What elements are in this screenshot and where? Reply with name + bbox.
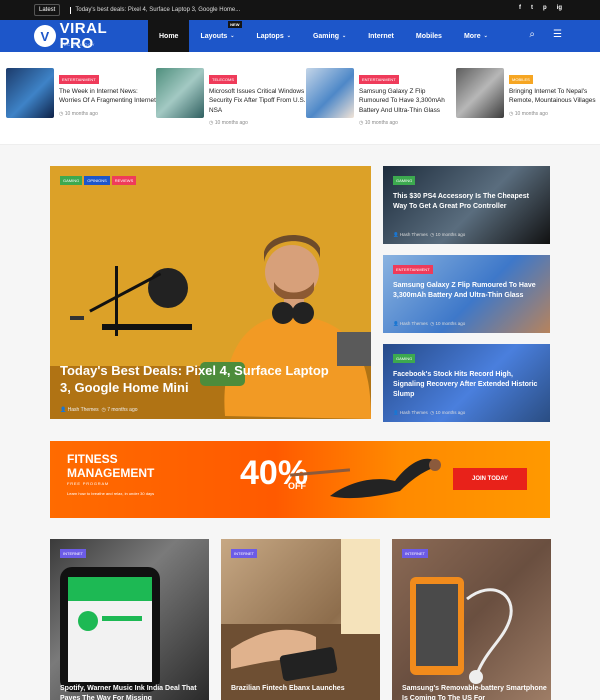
chevron-down-icon: ⌄ <box>230 33 235 39</box>
instagram-icon[interactable]: ig <box>557 5 562 11</box>
menu-label: Home <box>159 32 179 40</box>
category-badge[interactable]: INTERNET <box>402 549 428 558</box>
ticker-text[interactable]: Today's best deals: Pixel 4, Surface Lap… <box>75 7 240 13</box>
card-illustration <box>410 577 513 684</box>
menu-item-gaming[interactable]: Gaming ⌄ <box>302 20 357 52</box>
menu-label: More <box>463 32 481 40</box>
join-today-button[interactable]: JOIN TODAY <box>453 468 527 490</box>
category-badge[interactable]: INTERNET <box>60 549 86 558</box>
side-post-title[interactable]: This $30 PS4 Accessory Is The Cheapest W… <box>393 192 538 212</box>
category-badge[interactable]: ENTERTAINMENT <box>59 75 99 84</box>
pinterest-icon[interactable]: p <box>543 5 547 11</box>
post-card[interactable]: INTERNET Brazilian Fintech Ebanx Launche… <box>221 539 380 700</box>
fitness-ad-banner[interactable]: FITNESS MANAGEMENT FREE PROGRAM Learn how… <box>50 441 550 518</box>
trending-strip: ENTERTAINMENT The Week in Internet News:… <box>0 52 600 144</box>
card-illustration <box>60 567 160 692</box>
menu-label: Laptops <box>256 32 284 40</box>
side-post-title[interactable]: Facebook's Stock Hits Record High, Signa… <box>393 370 538 400</box>
side-post-meta: 👤 Hash Themes ◷ 10 months ago <box>393 232 466 237</box>
latest-label: Latest <box>34 4 61 16</box>
card-title[interactable]: Brazilian Fintech Ebanx Launches <box>231 684 376 694</box>
trending-thumb[interactable] <box>456 68 504 118</box>
side-post-meta: 👤 Hash Themes ◷ 10 months ago <box>393 410 466 415</box>
post-card[interactable]: INTERNET Samsung's Removable-battery Sma… <box>392 539 551 700</box>
menu-item-more[interactable]: More ⌄ <box>453 20 499 52</box>
search-icon[interactable]: ⌕ <box>529 29 535 40</box>
chevron-down-icon: ⌄ <box>483 33 488 39</box>
new-badge: NEW <box>228 21 242 28</box>
side-post[interactable]: ENTERTAINMENT Samsung Galaxy Z Flip Rumo… <box>383 255 550 333</box>
category-badge[interactable]: GAMING <box>60 176 83 185</box>
card-title[interactable]: Samsung's Removable-battery Smartphone I… <box>402 684 547 700</box>
menu-item-laptops[interactable]: Laptops ⌄ <box>246 20 302 52</box>
category-badge[interactable]: TELECOMS <box>209 75 238 84</box>
site-logo[interactable]: V VIRAL PRO TECHNOLOGY <box>34 21 144 51</box>
menu-label: Internet <box>368 32 394 40</box>
trending-item[interactable]: ENTERTAINMENT Samsung Galaxy Z Flip Rumo… <box>306 68 456 126</box>
menu-icon[interactable]: ☰ <box>553 29 562 40</box>
logo-mark-icon: V <box>34 25 56 47</box>
top-bar: Latest Today's best deals: Pixel 4, Surf… <box>0 0 600 20</box>
side-post-meta: 👤 Hash Themes ◷ 10 months ago <box>393 321 466 326</box>
chevron-down-icon: ⌄ <box>286 33 291 39</box>
menu-label: Gaming <box>312 32 339 40</box>
category-badge[interactable]: ENTERTAINMENT <box>393 265 433 274</box>
category-badge[interactable]: OPINIONS <box>84 176 110 185</box>
side-post[interactable]: GAMING This $30 PS4 Accessory Is The Che… <box>383 166 550 244</box>
trending-item[interactable]: ENTERTAINMENT The Week in Internet News:… <box>6 68 156 118</box>
twitter-icon[interactable]: t <box>531 5 533 11</box>
menu-item-internet[interactable]: Internet <box>357 20 405 52</box>
menu-label: Mobiles <box>415 32 442 40</box>
trending-body: ENTERTAINMENT Samsung Galaxy Z Flip Rumo… <box>359 68 456 126</box>
category-badge[interactable]: INTERNET <box>231 549 257 558</box>
category-badge[interactable]: ENTERTAINMENT <box>359 75 399 84</box>
ticker-bar <box>70 6 72 14</box>
main-navbar: V VIRAL PRO TECHNOLOGY Home Layouts ⌄ NEW… <box>0 20 600 52</box>
card-title[interactable]: Spotify, Warner Music Ink India Deal Tha… <box>60 684 205 700</box>
trending-thumb[interactable] <box>6 68 54 118</box>
trending-meta: ◷ 10 months ago <box>209 119 248 126</box>
trending-title[interactable]: The Week in Internet News: Worries Of A … <box>59 87 156 106</box>
hero-title[interactable]: Today's Best Deals: Pixel 4, Surface Lap… <box>60 363 340 397</box>
trending-body: ENTERTAINMENT The Week in Internet News:… <box>59 68 156 118</box>
trending-thumb[interactable] <box>306 68 354 118</box>
ticker[interactable]: Today's best deals: Pixel 4, Surface Lap… <box>70 6 240 14</box>
main-menu: Home Layouts ⌄ NEW Laptops ⌄ Gaming ⌄ Inter… <box>148 20 499 52</box>
trending-meta: ◷ 10 months ago <box>59 110 98 117</box>
trending-meta: ◷ 10 months ago <box>509 110 548 117</box>
trending-item[interactable]: TELECOMS Microsoft Issues Critical Windo… <box>156 68 306 126</box>
logo-tagline: TECHNOLOGY <box>61 42 96 47</box>
trending-meta: ◷ 10 months ago <box>359 119 398 126</box>
trending-item[interactable]: MOBILES Bringing Internet To Nepal's Rem… <box>456 68 600 118</box>
card-illustration <box>221 539 380 700</box>
social-links: f t p ig <box>519 5 562 11</box>
facebook-icon[interactable]: f <box>519 5 521 11</box>
trending-title[interactable]: Samsung Galaxy Z Flip Rumoured To Have 3… <box>359 87 456 115</box>
menu-item-mobiles[interactable]: Mobiles <box>405 20 453 52</box>
hero-badges: GAMING OPINIONS REVIEWS <box>60 176 137 188</box>
post-card[interactable]: INTERNET Spotify, Warner Music Ink India… <box>50 539 209 700</box>
category-badge[interactable]: REVIEWS <box>111 176 137 185</box>
trending-body: MOBILES Bringing Internet To Nepal's Rem… <box>509 68 600 118</box>
menu-label: Layouts <box>200 32 228 40</box>
side-post-title[interactable]: Samsung Galaxy Z Flip Rumoured To Have 3… <box>393 281 538 301</box>
trending-body: TELECOMS Microsoft Issues Critical Windo… <box>209 68 306 126</box>
hero-meta: 👤 Hash Themes ◷ 7 months ago <box>60 407 138 413</box>
menu-item-home[interactable]: Home <box>148 20 190 52</box>
trending-thumb[interactable] <box>156 68 204 118</box>
trending-title[interactable]: Microsoft Issues Critical Windows Securi… <box>209 87 306 115</box>
chevron-down-icon: ⌄ <box>342 33 347 39</box>
category-badge[interactable]: MOBILES <box>509 75 533 84</box>
side-post[interactable]: GAMING Facebook's Stock Hits Record High… <box>383 344 550 422</box>
category-badge[interactable]: GAMING <box>393 176 416 185</box>
trending-title[interactable]: Bringing Internet To Nepal's Remote, Mou… <box>509 87 600 106</box>
nav-icons: ⌕ ☰ <box>529 29 562 40</box>
category-badge[interactable]: GAMING <box>393 354 416 363</box>
menu-item-layouts[interactable]: Layouts ⌄ NEW <box>189 20 245 52</box>
hero-post[interactable]: GAMING OPINIONS REVIEWS Today's Best Dea… <box>50 166 371 419</box>
